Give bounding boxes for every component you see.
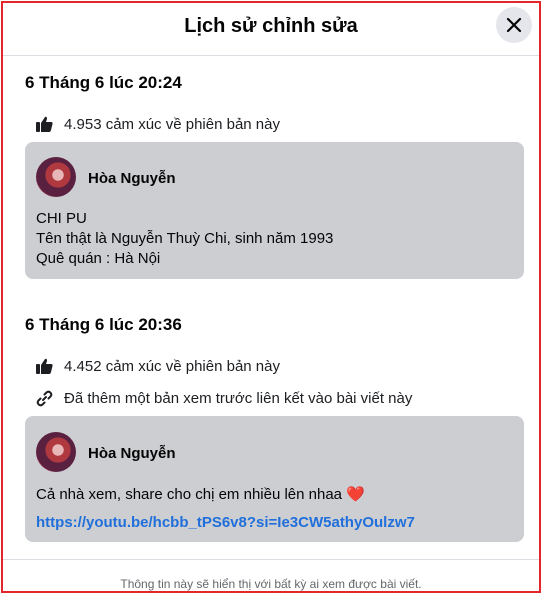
like-icon: [35, 357, 53, 375]
revision-date: 6 Tháng 6 lúc 20:36: [25, 315, 182, 334]
post-line: Quê quán : Hà Nội: [36, 250, 161, 267]
reaction-count: 4.953 cảm xúc về phiên bản này: [35, 114, 280, 134]
close-button[interactable]: [496, 7, 532, 43]
like-icon: [35, 115, 53, 133]
post-preview-card: Hòa Nguyễn Cả nhà xem, share cho chị em …: [25, 416, 524, 542]
change-note: Đã thêm một bản xem trước liên kết vào b…: [35, 388, 412, 408]
author-avatar[interactable]: [36, 157, 76, 197]
post-line: Tên thật là Nguyễn Thuỳ Chi, sinh năm 19…: [36, 230, 334, 247]
edit-history-dialog: Lịch sử chỉnh sửa 6 Tháng 6 lúc 20:24 4.…: [1, 1, 541, 593]
change-note-text: Đã thêm một bản xem trước liên kết vào b…: [64, 389, 413, 407]
reaction-text: 4.953 cảm xúc về phiên bản này: [64, 115, 280, 133]
dialog-header: Lịch sử chỉnh sửa: [3, 3, 539, 56]
author-name[interactable]: Hòa Nguyễn: [88, 170, 176, 187]
dialog-title: Lịch sử chỉnh sửa: [184, 15, 358, 37]
post-line: CHI PU: [36, 210, 87, 227]
revision-date: 6 Tháng 6 lúc 20:24: [25, 73, 182, 92]
link-icon: [35, 389, 53, 407]
post-text: Cả nhà xem, share cho chị em nhiều lên n…: [36, 486, 365, 503]
author-avatar[interactable]: [36, 432, 76, 472]
reaction-count: 4.452 cảm xúc về phiên bản này: [35, 356, 280, 376]
reaction-text: 4.452 cảm xúc về phiên bản này: [64, 357, 280, 375]
post-link[interactable]: https://youtu.be/hcbb_tPS6v8?si=Ie3CW5at…: [36, 514, 415, 531]
dialog-footer: Thông tin này sẽ hiển thị với bất kỳ ai …: [3, 559, 539, 596]
footer-note: Thông tin này sẽ hiển thị với bất kỳ ai …: [120, 577, 422, 591]
post-preview-card: Hòa Nguyễn CHI PU Tên thật là Nguyễn Thu…: [25, 142, 524, 279]
post-text: CHI PU Tên thật là Nguyễn Thuỳ Chi, sinh…: [36, 209, 333, 269]
close-icon: [506, 17, 522, 33]
author-name[interactable]: Hòa Nguyễn: [88, 445, 176, 462]
